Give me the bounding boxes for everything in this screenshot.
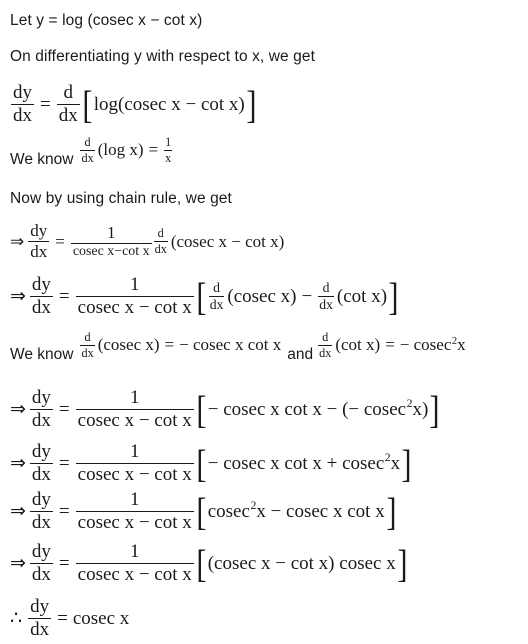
- equation-split-derivatives: ⇒ dy dx = 1 cosec x − cot x [ d dx (cose…: [10, 274, 399, 320]
- expression-body: − cosec x cot x − (− cosec2x): [207, 397, 429, 420]
- conjunction-and: and: [287, 345, 314, 363]
- fraction-dy-dx: dy dx: [29, 489, 53, 534]
- implies-arrow-icon: ⇒: [10, 399, 26, 421]
- fraction-dy-dx: dy dx: [28, 596, 52, 641]
- fraction-reciprocal: 1 cosec x − cot x: [75, 274, 194, 319]
- expression-body: cosec2x − cosec x cot x: [207, 499, 385, 522]
- operator-d-dx: d dx: [80, 330, 95, 360]
- statement-chain-rule: Now by using chain rule, we get: [10, 190, 232, 207]
- operator-d-dx: d dx: [80, 135, 95, 165]
- fraction-dy-dx: dy dx: [28, 221, 50, 262]
- operator-d-dx-second: d dx: [318, 279, 334, 313]
- equals-sign: =: [58, 285, 70, 307]
- equals-sign: =: [58, 500, 70, 522]
- equation-substituted: ⇒ dy dx = 1 cosec x − cot x [ − cosec x …: [10, 387, 440, 433]
- operator-d-dx: d dx: [153, 226, 168, 257]
- statement-we-know-derivatives: We know d dx (cosec x) = − cosec x cot x…: [10, 331, 468, 364]
- implies-arrow-icon: ⇒: [10, 453, 26, 475]
- equals-sign: =: [55, 231, 65, 251]
- argument-cot-x: (cot x): [335, 335, 381, 355]
- expression-body: − cosec x cot x + cosec2x: [207, 451, 401, 474]
- solution-page: Let y = log (cosec x − cot x) On differe…: [0, 0, 528, 644]
- expression-log-body: log(cosec x − cot x): [93, 93, 245, 115]
- argument-cosec-x: (cosec x): [97, 335, 160, 355]
- we-know-label: We know: [10, 345, 74, 363]
- argument-cosec-minus-cot: (cosec x − cot x): [170, 231, 285, 251]
- equation-chain-rule-applied: ⇒ dy dx = 1 cosec x−cot x d dx (cosec x …: [10, 221, 285, 262]
- equation-factored: ⇒ dy dx = 1 cosec x − cot x [ (cosec x −…: [10, 541, 408, 587]
- statement-on-differentiating: On differentiating y with respect to x, …: [10, 48, 315, 65]
- operator-d-dx: d dx: [56, 82, 80, 127]
- identity-derivative-cot: d dx (cot x) = − cosec2x: [315, 331, 468, 360]
- identity-derivative-cosec: d dx (cosec x) = − cosec x cot x: [77, 331, 283, 360]
- equation-reordered: ⇒ dy dx = 1 cosec x − cot x [ cosec2x − …: [10, 489, 397, 535]
- equation-final-answer: ∴ dy dx = cosec x: [10, 596, 130, 641]
- result-cosec-x: cosec x: [72, 607, 130, 629]
- we-know-label: We know: [10, 150, 74, 168]
- minus-sign: −: [301, 285, 313, 307]
- implies-arrow-icon: ⇒: [10, 553, 26, 575]
- fraction-dy-dx: dy dx: [11, 82, 34, 127]
- implies-arrow-icon: ⇒: [10, 286, 26, 308]
- fraction-reciprocal: 1 cosec x − cot x: [75, 441, 194, 486]
- equals-sign: =: [385, 335, 395, 355]
- equals-sign: =: [58, 552, 70, 574]
- fraction-one-over-x: 1 x: [164, 135, 173, 165]
- result-neg-cosec-cot: − cosec x cot x: [179, 335, 282, 355]
- fraction-dy-dx: dy dx: [29, 387, 53, 432]
- argument-cot-x: (cot x): [336, 285, 388, 307]
- fraction-reciprocal: 1 cosec x − cot x: [75, 489, 194, 534]
- identity-derivative-log: d dx (log x) = 1 x: [77, 136, 175, 165]
- argument-cosec-x: (cosec x): [227, 285, 297, 307]
- equals-sign: =: [40, 93, 51, 115]
- statement-let-y: Let y = log (cosec x − cot x): [10, 12, 203, 29]
- equation-simplified-signs: ⇒ dy dx = 1 cosec x − cot x [ − cosec x …: [10, 441, 412, 487]
- equals-sign: =: [58, 398, 70, 420]
- fraction-reciprocal: 1 cosec x − cot x: [75, 387, 194, 432]
- equals-sign: =: [58, 452, 70, 474]
- fraction-dy-dx: dy dx: [29, 541, 53, 586]
- equals-sign: =: [164, 335, 175, 355]
- operator-d-dx-first: d dx: [208, 279, 225, 313]
- expression-body: (cosec x − cot x) cosec x: [207, 552, 396, 574]
- operator-d-dx: d dx: [318, 330, 333, 360]
- argument-log-x: (log x): [97, 140, 144, 160]
- result-neg-cosec-squared: − cosec2x: [399, 335, 466, 355]
- fraction-dy-dx: dy dx: [29, 441, 53, 486]
- implies-arrow-icon: ⇒: [10, 501, 26, 523]
- implies-arrow-icon: ⇒: [10, 231, 25, 251]
- fraction-dy-dx: dy dx: [29, 274, 53, 319]
- equation-derivative-setup: dy dx = d dx [ log(cosec x − cot x) ]: [11, 82, 257, 128]
- equals-sign: =: [57, 607, 68, 629]
- fraction-reciprocal: 1 cosec x−cot x: [70, 222, 152, 259]
- equals-sign: =: [148, 140, 159, 160]
- therefore-icon: ∴: [10, 608, 23, 630]
- fraction-reciprocal: 1 cosec x − cot x: [75, 541, 194, 586]
- statement-we-know-log: We know d dx (log x) = 1 x: [10, 136, 175, 169]
